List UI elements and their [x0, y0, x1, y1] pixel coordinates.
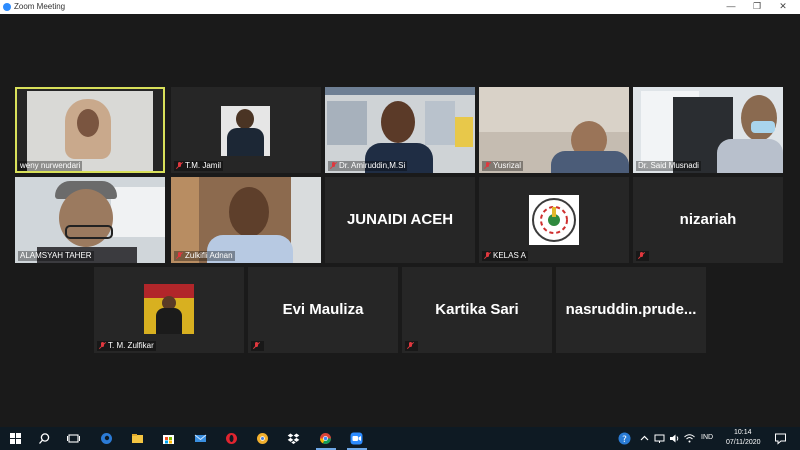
title-bar: Zoom Meeting — ❐ ✕	[0, 0, 800, 14]
shirt	[551, 151, 629, 173]
windows-taskbar: ? IND 10:14 07/11/2020	[0, 427, 800, 450]
participant-name: weny nurwendari	[18, 161, 83, 171]
dropbox-icon[interactable]	[287, 432, 300, 445]
svg-text:?: ?	[622, 435, 627, 445]
participant-tile-kartika[interactable]: Kartika Sari	[402, 267, 552, 353]
participant-name: Dr. Amiruddin,M.Si	[328, 161, 408, 171]
participant-name: Zulkifli Adnan	[174, 251, 235, 261]
mic-muted-icon	[484, 162, 491, 169]
video-feed	[27, 91, 153, 171]
profile-photo	[221, 106, 270, 156]
wifi-icon[interactable]	[683, 432, 696, 445]
task-view-icon[interactable]	[67, 432, 80, 445]
participant-muted-tag	[405, 341, 418, 351]
participant-tile-yusrizal[interactable]: Yusrizal	[479, 87, 629, 173]
opera-browser-icon[interactable]	[225, 432, 238, 445]
yellow-box	[455, 117, 473, 147]
edge-browser-icon[interactable]	[100, 432, 113, 445]
mail-icon[interactable]	[194, 432, 207, 445]
participant-name: Yusrizal	[482, 161, 524, 171]
mic-muted-icon	[638, 252, 645, 259]
participant-name-text: T. M. Zulfikar	[108, 341, 154, 350]
participant-muted-tag	[636, 251, 649, 261]
participant-name: T.M. Jamil	[174, 161, 223, 171]
institution-logo-icon	[532, 198, 576, 242]
participant-name: T. M. Zulfikar	[97, 341, 156, 351]
video-gallery: weny nurwendari T.M. Jamil Dr. Amiruddin…	[0, 14, 800, 427]
chrome-canary-icon[interactable]	[256, 432, 269, 445]
participant-tile-tm-jamil[interactable]: T.M. Jamil	[171, 87, 321, 173]
face	[381, 101, 415, 143]
participant-name: Dr. Said Musnadi	[636, 161, 701, 171]
notification-icon[interactable]	[774, 432, 787, 445]
face	[236, 109, 254, 129]
network-icon[interactable]	[653, 432, 666, 445]
binders-right	[425, 101, 455, 145]
microsoft-store-icon[interactable]	[162, 432, 175, 445]
participant-display-name: JUNAIDI ACEH	[346, 211, 454, 228]
chevron-up-icon[interactable]	[638, 432, 651, 445]
participant-name-text: KELAS A	[493, 251, 526, 260]
close-button[interactable]: ✕	[770, 0, 796, 14]
participant-name-text: Yusrizal	[493, 161, 522, 170]
zoom-app-icon[interactable]	[350, 432, 363, 445]
face	[229, 187, 269, 237]
participant-tile-nasruddin[interactable]: nasruddin.prude...	[556, 267, 706, 353]
wall	[291, 177, 321, 263]
file-explorer-icon[interactable]	[131, 432, 144, 445]
minimize-button[interactable]: —	[718, 0, 744, 14]
mic-muted-icon	[176, 162, 183, 169]
participant-tile-zulfikar[interactable]: T. M. Zulfikar	[94, 267, 244, 353]
participant-name-text: T.M. Jamil	[185, 161, 221, 170]
search-icon[interactable]	[38, 432, 51, 445]
participant-tile-nizariah[interactable]: nizariah	[633, 177, 783, 263]
zoom-app-icon	[3, 3, 11, 11]
mic-muted-icon	[484, 252, 491, 259]
binders-left	[327, 101, 367, 145]
help-icon[interactable]: ?	[618, 432, 631, 445]
participant-tile-evi[interactable]: Evi Mauliza	[248, 267, 398, 353]
participant-display-name: Kartika Sari	[435, 301, 519, 318]
face-mask	[751, 121, 775, 133]
participant-tile-amiruddin[interactable]: Dr. Amiruddin,M.Si	[325, 87, 475, 173]
chrome-browser-icon[interactable]	[319, 432, 332, 445]
participant-tile-junaidi[interactable]: JUNAIDI ACEH	[325, 177, 475, 263]
volume-icon[interactable]	[668, 432, 681, 445]
profile-logo	[529, 195, 579, 245]
face	[77, 109, 99, 137]
input-language-indicator[interactable]: IND	[701, 434, 713, 441]
suit	[227, 128, 264, 156]
participant-name-text: Dr. Amiruddin,M.Si	[339, 161, 406, 170]
clock-time[interactable]: 10:14	[734, 429, 752, 436]
clock-date[interactable]: 07/11/2020	[726, 439, 761, 446]
wall	[479, 87, 629, 132]
mic-muted-icon	[407, 342, 414, 349]
participant-display-name: nizariah	[679, 211, 737, 228]
participant-name: ALAMSYAH TAHER	[18, 251, 94, 261]
face	[741, 95, 777, 141]
participant-display-name: nasruddin.prude...	[565, 301, 697, 318]
participant-tile-alamsyah[interactable]: ALAMSYAH TAHER	[15, 177, 165, 263]
participant-tile-said[interactable]: Dr. Said Musnadi	[633, 87, 783, 173]
participant-tile-zulkifli[interactable]: Zulkifli Adnan	[171, 177, 321, 263]
profile-photo	[144, 284, 194, 334]
window-light	[111, 187, 165, 237]
participant-display-name: Evi Mauliza	[282, 301, 364, 318]
mic-muted-icon	[99, 342, 106, 349]
participant-tile-kelas-a[interactable]: KELAS A	[479, 177, 629, 263]
participant-tile-weny[interactable]: weny nurwendari	[15, 87, 165, 173]
attire	[156, 308, 182, 334]
participant-muted-tag	[251, 341, 264, 351]
windows-start-icon[interactable]	[9, 432, 22, 445]
window-title: Zoom Meeting	[14, 2, 66, 11]
mic-muted-icon	[253, 342, 260, 349]
glasses	[65, 225, 113, 239]
shelf	[325, 87, 475, 95]
shirt	[717, 139, 783, 173]
mic-muted-icon	[176, 252, 183, 259]
participant-name: KELAS A	[482, 251, 528, 261]
maximize-button[interactable]: ❐	[744, 0, 770, 14]
mic-muted-icon	[330, 162, 337, 169]
participant-name-text: Zulkifli Adnan	[185, 251, 233, 260]
